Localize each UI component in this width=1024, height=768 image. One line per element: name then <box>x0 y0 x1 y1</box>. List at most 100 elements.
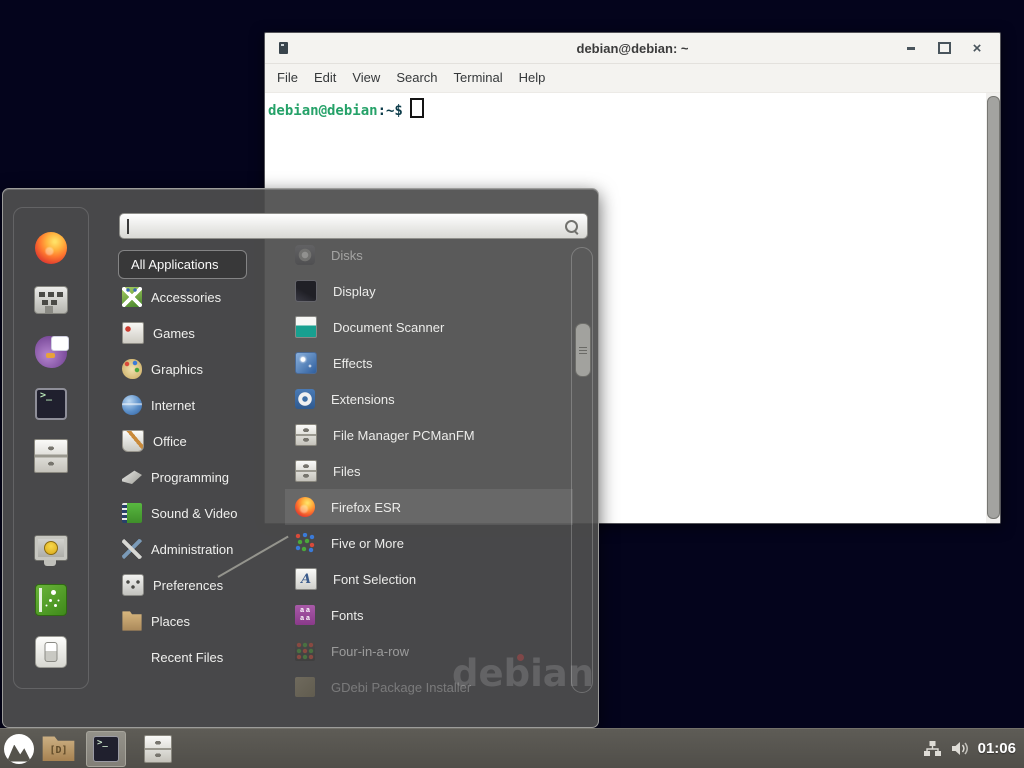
favorite-firefox[interactable] <box>29 232 73 264</box>
clock[interactable]: 01:06 <box>978 740 1016 757</box>
fonts-icon <box>295 605 315 625</box>
cabinet-icon <box>295 424 317 446</box>
firefox-icon <box>295 497 315 517</box>
category-recent-files[interactable]: Recent Files <box>116 639 284 675</box>
search-input[interactable] <box>120 214 587 238</box>
category-graphics[interactable]: Graphics <box>116 351 284 387</box>
terminal-scrollbar-thumb[interactable] <box>987 96 1000 519</box>
category-office[interactable]: Office <box>116 423 284 459</box>
terminal-menu-terminal[interactable]: Terminal <box>446 64 511 92</box>
app-effects[interactable]: Effects <box>285 345 573 381</box>
all-applications-button[interactable]: All Applications <box>118 250 247 279</box>
category-programming[interactable]: Programming <box>116 459 284 495</box>
system-tray: 01:06 <box>923 740 1016 757</box>
favorite-keyboard-software[interactable] <box>29 284 73 316</box>
soundvideo-icon <box>122 503 142 523</box>
games-icon <box>122 322 144 344</box>
close-button[interactable]: × <box>964 38 990 58</box>
maximize-button[interactable] <box>931 38 957 58</box>
category-preferences[interactable]: Preferences <box>116 567 284 603</box>
menu-scrollbar-track[interactable] <box>571 247 593 693</box>
prompt-user-host: debian@debian <box>268 103 378 119</box>
favorite-pidgin[interactable] <box>29 336 73 368</box>
window-controls: × <box>898 38 990 58</box>
app-extensions[interactable]: Extensions <box>285 381 573 417</box>
app-files[interactable]: Files <box>285 453 573 489</box>
scanner-icon <box>295 316 317 338</box>
terminal-menu-search[interactable]: Search <box>388 64 445 92</box>
cabinet32-icon <box>34 439 68 473</box>
menu-scrollbar-thumb[interactable] <box>575 323 591 377</box>
internet-icon <box>122 395 142 415</box>
taskbar: [D] 01:06 <box>0 728 1024 768</box>
minimize-button[interactable] <box>898 38 924 58</box>
category-sound-video[interactable]: Sound & Video <box>116 495 284 531</box>
text-caret <box>127 219 129 234</box>
graphics-icon <box>122 359 142 379</box>
cabinet-icon <box>295 460 317 482</box>
fontselection-icon <box>295 568 317 590</box>
menu-button[interactable] <box>4 734 34 764</box>
terminal-menu-help[interactable]: Help <box>511 64 554 92</box>
search-box[interactable] <box>119 213 588 239</box>
lockscreen-icon <box>34 535 68 561</box>
app-font-selection[interactable]: Font Selection <box>285 561 573 597</box>
app-disks[interactable]: Disks <box>285 237 573 273</box>
terminal-menu-edit[interactable]: Edit <box>306 64 344 92</box>
firefox32-icon <box>35 232 67 264</box>
programming-icon <box>122 467 142 487</box>
shutdown-icon <box>35 636 67 668</box>
pidgin-icon <box>35 336 67 368</box>
application-list: Disks Display Document Scanner Effects E… <box>285 237 573 703</box>
app-four-in-a-row[interactable]: Four-in-a-row <box>285 633 573 669</box>
gdebi-icon <box>295 677 315 697</box>
search-icon <box>565 220 578 233</box>
favorite-terminal[interactable] <box>29 388 73 420</box>
category-games[interactable]: Games <box>116 315 284 351</box>
file-manager-launcher[interactable] <box>144 735 172 763</box>
volume-icon[interactable] <box>951 741 969 756</box>
prompt-suffix: :~$ <box>378 103 403 119</box>
disks-icon <box>295 245 315 265</box>
terminal-menu-file[interactable]: File <box>269 64 306 92</box>
administration-icon <box>122 539 142 559</box>
terminal-titlebar[interactable]: debian@debian: ~ × <box>265 33 1000 64</box>
office-icon <box>122 430 144 452</box>
logout-icon <box>35 584 67 616</box>
terminal-menubar: File Edit View Search Terminal Help <box>265 64 1000 93</box>
app-firefox-esr[interactable]: Firefox ESR <box>285 489 573 525</box>
accessories-icon <box>122 287 142 307</box>
category-accessories[interactable]: Accessories <box>116 279 284 315</box>
category-places[interactable]: Places <box>116 603 284 639</box>
terminal-prompt: debian@debian:~$ <box>268 98 424 119</box>
keyboard-icon <box>34 286 68 314</box>
terminal-menu-view[interactable]: View <box>344 64 388 92</box>
terminal-task-button[interactable] <box>86 731 126 767</box>
desktop: debian@debian: ~ × File Edit View Search… <box>0 0 1024 768</box>
display-icon <box>295 280 317 302</box>
network-icon[interactable] <box>923 740 942 757</box>
desktop-folder-launcher[interactable]: [D] <box>42 736 75 762</box>
app-gdebi-package-installer[interactable]: GDebi Package Installer <box>285 669 573 703</box>
category-internet[interactable]: Internet <box>116 387 284 423</box>
places-icon <box>122 611 142 631</box>
favorite-log-out[interactable] <box>29 584 73 616</box>
app-file-manager-pcmanfm[interactable]: File Manager PCManFM <box>285 417 573 453</box>
app-five-or-more[interactable]: Five or More <box>285 525 573 561</box>
favorite-lock-screen[interactable] <box>29 532 73 564</box>
category-administration[interactable]: Administration <box>116 531 284 567</box>
app-document-scanner[interactable]: Document Scanner <box>285 309 573 345</box>
fourinarow-icon <box>295 641 315 661</box>
favorite-file-manager[interactable] <box>29 440 73 472</box>
terminal-scrollbar-track[interactable] <box>986 93 1000 523</box>
app-fonts[interactable]: Fonts <box>285 597 573 633</box>
category-list: Accessories Games Graphics Internet Offi… <box>116 279 284 675</box>
favorite-shut-down[interactable] <box>29 636 73 668</box>
terminal-cursor <box>410 98 424 118</box>
preferences-icon <box>122 574 144 596</box>
application-menu: All Applications Accessories Games Graph… <box>2 188 599 728</box>
fiveormore-icon <box>295 533 315 553</box>
terminal32-icon <box>35 388 67 420</box>
app-display[interactable]: Display <box>285 273 573 309</box>
favorites-panel <box>13 207 89 689</box>
